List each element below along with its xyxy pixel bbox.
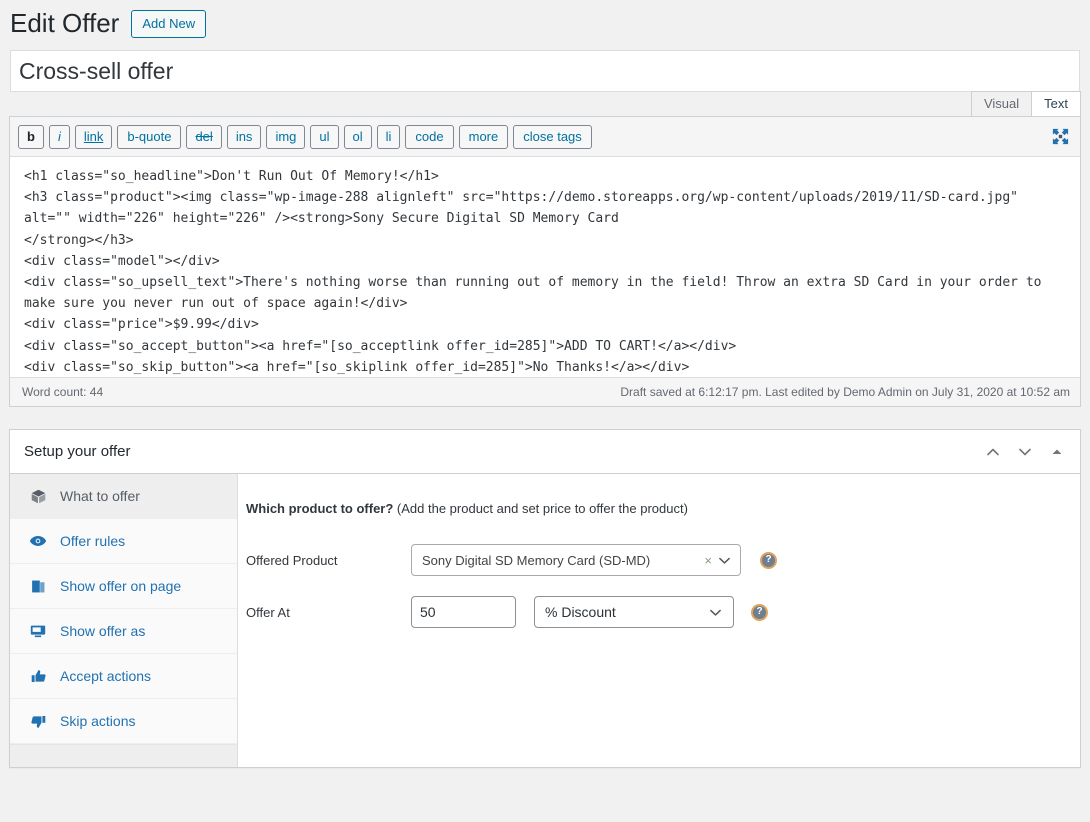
sidebar-item-show-offer-on-page[interactable]: Show offer on page <box>10 564 237 609</box>
offer-fields-panel: Which product to offer? (Add the product… <box>238 474 1080 767</box>
triangle-up-icon[interactable] <box>1046 441 1068 463</box>
offered-product-row: Offered Product Sony Digital SD Memory C… <box>246 544 1060 577</box>
page-title: Edit Offer <box>10 8 120 39</box>
clear-selection-icon[interactable]: × <box>704 553 712 568</box>
word-count: Word count: 44 <box>22 384 104 399</box>
fields-intro: Which product to offer? (Add the product… <box>246 500 1060 518</box>
post-title-input[interactable] <box>10 50 1080 92</box>
sidebar-item-show-offer-as[interactable]: Show offer as <box>10 609 237 654</box>
chevron-down-icon[interactable] <box>1014 441 1036 463</box>
sidebar-tail <box>10 744 237 767</box>
metabox-body: What to offer Offer rules Show offer on … <box>10 474 1080 767</box>
save-status: Draft saved at 6:12:17 pm. Last edited b… <box>620 384 1070 399</box>
eye-icon <box>28 531 48 551</box>
offer-at-type-select[interactable]: % Discount <box>534 596 734 629</box>
box-icon <box>28 486 48 506</box>
sidebar-item-label: Skip actions <box>60 713 136 729</box>
offer-at-label: Offer At <box>246 604 290 620</box>
page-header: Edit Offer Add New <box>0 0 1090 42</box>
sidebar-item-label: Accept actions <box>60 668 152 684</box>
sidebar-item-label: Offer rules <box>60 533 126 549</box>
quicktag-ins[interactable]: ins <box>226 125 262 149</box>
post-editor: Visual Text b i link b-quote del ins img… <box>9 91 1081 407</box>
add-new-button[interactable]: Add New <box>131 10 207 38</box>
post-title-wrapper <box>0 42 1090 92</box>
chevron-up-icon[interactable] <box>982 441 1004 463</box>
quicktag-del[interactable]: del <box>186 125 222 149</box>
sidebar-item-offer-rules[interactable]: Offer rules <box>10 519 237 564</box>
fields-intro-note: (Add the product and set price to offer … <box>393 501 688 516</box>
editor-content-textarea[interactable]: <h1 class="so_headline">Don't Run Out Of… <box>10 157 1080 377</box>
offer-at-type-value: % Discount <box>545 604 616 621</box>
quicktag-close-tags[interactable]: close tags <box>513 125 592 149</box>
offer-at-row: Offer At % Discount ? <box>246 596 1060 629</box>
sidebar-item-label: Show offer as <box>60 623 146 639</box>
sidebar-item-skip-actions[interactable]: Skip actions <box>10 699 237 744</box>
quicktag-img[interactable]: img <box>266 125 306 149</box>
sidebar-item-label: Show offer on page <box>60 578 182 594</box>
offer-at-amount-input[interactable] <box>411 596 516 629</box>
expand-arrows-icon[interactable] <box>1048 125 1072 149</box>
thumbs-up-icon <box>28 666 48 686</box>
chevron-down-icon[interactable] <box>717 553 732 568</box>
quicktag-code[interactable]: code <box>405 125 454 149</box>
chevron-down-icon[interactable] <box>708 605 723 620</box>
thumbs-down-icon <box>28 711 48 731</box>
metabox-actions <box>982 441 1068 463</box>
help-icon[interactable]: ? <box>760 551 777 569</box>
tab-visual[interactable]: Visual <box>970 91 1033 116</box>
sidebar-item-what-to-offer[interactable]: What to offer <box>10 474 237 519</box>
sidebar-item-label: What to offer <box>60 488 140 504</box>
quicktag-more[interactable]: more <box>458 125 509 149</box>
quicktag-ul[interactable]: ul <box>310 125 339 149</box>
pages-icon <box>28 576 48 596</box>
offered-product-select[interactable]: Sony Digital SD Memory Card (SD-MD) × <box>411 544 741 577</box>
offer-tabs-sidebar: What to offer Offer rules Show offer on … <box>10 474 238 767</box>
quicktag-i[interactable]: i <box>48 125 70 149</box>
metabox-title: Setup your offer <box>24 443 131 460</box>
quicktag-li[interactable]: li <box>376 125 401 149</box>
quicktag-link[interactable]: link <box>74 125 113 149</box>
tab-text[interactable]: Text <box>1031 91 1081 116</box>
quicktags-toolbar: b i link b-quote del ins img ul ol li co… <box>10 117 1080 157</box>
metabox-header: Setup your offer <box>10 430 1080 474</box>
monitor-icon <box>28 621 48 641</box>
fields-intro-strong: Which product to offer? <box>246 501 394 516</box>
quicktag-ol[interactable]: ol <box>343 125 372 149</box>
editor-mode-tabs: Visual Text <box>970 89 1081 116</box>
offered-product-label: Offered Product <box>246 552 338 568</box>
setup-offer-metabox: Setup your offer What to offer Offer rul… <box>9 429 1081 768</box>
quicktag-b-quote[interactable]: b-quote <box>117 125 182 149</box>
editor-status-bar: Word count: 44 Draft saved at 6:12:17 pm… <box>10 377 1080 406</box>
help-icon[interactable]: ? <box>751 603 768 621</box>
sidebar-item-accept-actions[interactable]: Accept actions <box>10 654 237 699</box>
offered-product-value: Sony Digital SD Memory Card (SD-MD) <box>422 552 651 568</box>
editor-container: b i link b-quote del ins img ul ol li co… <box>9 116 1081 407</box>
quicktag-b[interactable]: b <box>18 125 44 149</box>
